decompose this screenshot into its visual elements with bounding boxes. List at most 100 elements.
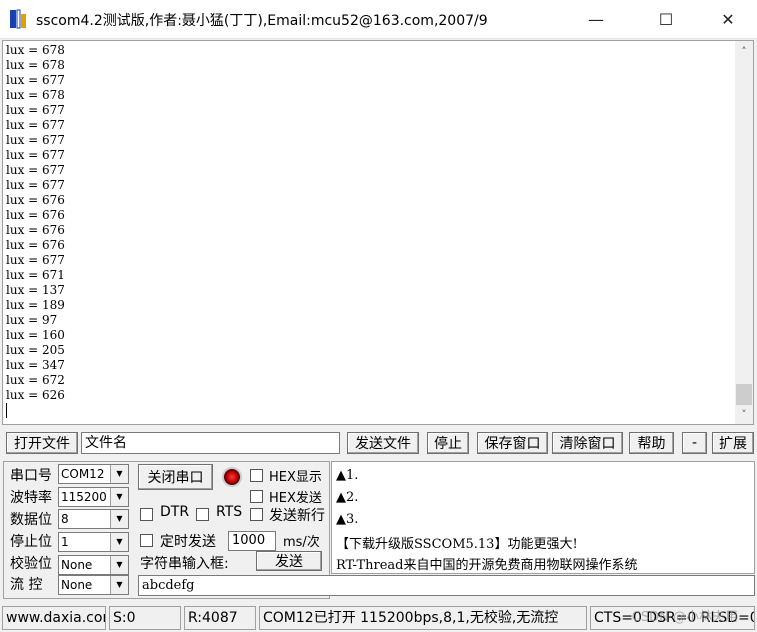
hex-display-label: HEX显示 [269, 470, 322, 485]
minus-button[interactable]: - [682, 432, 707, 454]
info-line-3: ▲3. [336, 512, 359, 527]
databits-select[interactable]: 8 ▼ [58, 509, 129, 529]
vertical-scrollbar[interactable]: ˄ ˅ [735, 41, 753, 424]
status-bar: www.daxia.com S:0 R:4087 COM12已打开 115200… [0, 604, 757, 632]
stopbits-label: 停止位 [10, 534, 52, 550]
maximize-button[interactable]: ☐ [643, 0, 689, 38]
send-input[interactable]: abcdefg [138, 575, 755, 596]
receive-line: lux = 677 [6, 178, 65, 192]
info-line-2: ▲2. [336, 490, 359, 505]
receive-line: lux = 677 [6, 103, 65, 117]
send-button[interactable]: 发送 [256, 551, 322, 571]
open-file-button[interactable]: 打开文件 [6, 432, 78, 454]
receive-line: lux = 677 [6, 148, 65, 162]
close-button[interactable]: ✕ [705, 0, 751, 38]
chevron-down-icon[interactable]: ▼ [110, 488, 128, 506]
receive-line: lux = 678 [6, 43, 65, 57]
databits-label: 数据位 [10, 512, 52, 528]
minimize-button[interactable]: — [573, 0, 619, 38]
flow-select[interactable]: None ▼ [58, 575, 129, 595]
receive-line: lux = 676 [6, 238, 65, 252]
flow-label: 流 控 [10, 577, 43, 593]
receive-line: lux = 671 [6, 268, 65, 282]
hex-send-label: HEX发送 [269, 491, 322, 506]
modem-lines-status: CTS=0 DSR=0 RLSD=0 CSDN @小林夫用 [590, 606, 755, 630]
receive-line: lux = 676 [6, 223, 65, 237]
dtr-label: DTR [160, 504, 190, 520]
stopbits-select[interactable]: 1 ▼ [58, 532, 129, 552]
sent-count: S:0 [109, 606, 181, 630]
chevron-down-icon[interactable]: ▼ [110, 576, 128, 594]
receive-line: lux = 676 [6, 193, 65, 207]
baud-select[interactable]: 115200 ▼ [58, 487, 129, 507]
scroll-down-icon[interactable]: ˅ [735, 406, 753, 424]
receive-line: lux = 677 [6, 163, 65, 177]
receive-line: lux = 677 [6, 118, 65, 132]
receive-lines: lux = 678 lux = 678 lux = 677 lux = 678 lux … [6, 43, 65, 403]
chevron-down-icon[interactable]: ▼ [110, 556, 128, 574]
filename-field[interactable]: 文件名 [81, 432, 340, 454]
receive-line: lux = 626 [6, 388, 65, 402]
file-toolbar: 打开文件 文件名 发送文件 停止 保存窗口 清除窗口 帮助 - 扩展 [0, 430, 757, 456]
rts-checkbox[interactable] [196, 508, 209, 521]
watermark: CSDN @小林夫用 [631, 610, 738, 625]
port-value: COM12 [61, 467, 105, 481]
scroll-thumb[interactable] [736, 384, 752, 405]
close-port-button[interactable]: 关闭串口 [138, 464, 213, 490]
baud-value: 115200 [61, 490, 107, 504]
expand-button[interactable]: 扩展 [712, 432, 754, 454]
parity-label: 校验位 [10, 556, 52, 572]
hex-send-checkbox[interactable] [250, 490, 263, 503]
receive-line: lux = 676 [6, 208, 65, 222]
string-input-label: 字符串输入框: [140, 556, 229, 572]
receive-line: lux = 678 [6, 88, 65, 102]
dtr-checkbox[interactable] [140, 508, 153, 521]
text-caret [6, 403, 7, 418]
receive-line: lux = 677 [6, 133, 65, 147]
chevron-down-icon[interactable]: ▼ [110, 510, 128, 528]
receive-line: lux = 137 [6, 283, 65, 297]
receive-line: lux = 677 [6, 253, 65, 267]
send-newline-checkbox[interactable] [250, 508, 263, 521]
receive-line: lux = 677 [6, 73, 65, 87]
stop-button[interactable]: 停止 [427, 432, 469, 454]
info-line-4[interactable]: 【下载升级版SSCOM5.13】功能更强大! [336, 533, 578, 552]
help-button[interactable]: 帮助 [629, 432, 674, 454]
interval-unit: ms/次 [283, 535, 320, 550]
scroll-up-icon[interactable]: ˄ [735, 43, 753, 61]
info-panel: ▲1. ▲2. ▲3. 【下载升级版SSCOM5.13】功能更强大! RT-Th… [331, 461, 755, 574]
chevron-down-icon[interactable]: ▼ [110, 465, 128, 483]
info-line-1: ▲1. [336, 468, 359, 483]
hex-display-checkbox[interactable] [250, 469, 263, 482]
baud-label: 波特率 [10, 490, 52, 506]
app-icon [10, 9, 26, 29]
settings-panel: 串口号 COM12 ▼ 波特率 115200 ▼ 数据位 8 ▼ 停止位 1 ▼… [0, 458, 757, 603]
port-status: COM12已打开 115200bps,8,1,无校验,无流控 [259, 606, 587, 630]
send-newline-label: 发送新行 [269, 508, 325, 524]
receive-line: lux = 97 [6, 313, 58, 327]
stopbits-value: 1 [61, 535, 69, 549]
receive-line: lux = 189 [6, 298, 65, 312]
title-bar: sscom4.2测试版,作者:聂小猛(丁丁),Email:mcu52@163.c… [0, 0, 757, 39]
port-label: 串口号 [10, 468, 52, 484]
save-window-button[interactable]: 保存窗口 [477, 432, 548, 454]
website-link[interactable]: www.daxia.com [2, 606, 106, 630]
port-select[interactable]: COM12 ▼ [58, 464, 129, 484]
databits-value: 8 [61, 512, 69, 526]
timed-send-checkbox[interactable] [140, 534, 153, 547]
receive-line: lux = 160 [6, 328, 65, 342]
rts-label: RTS [216, 504, 243, 520]
port-status-led-icon [224, 469, 240, 485]
receive-textarea[interactable]: lux = 678 lux = 678 lux = 677 lux = 678 lux … [2, 40, 754, 425]
flow-value: None [61, 578, 93, 592]
chevron-down-icon[interactable]: ▼ [110, 533, 128, 551]
receive-line: lux = 347 [6, 358, 65, 372]
send-file-button[interactable]: 发送文件 [347, 432, 419, 454]
interval-input[interactable]: 1000 [228, 531, 276, 551]
clear-window-button[interactable]: 清除窗口 [552, 432, 623, 454]
receive-line: lux = 672 [6, 373, 65, 387]
received-count: R:4087 [184, 606, 256, 630]
info-line-5[interactable]: RT-Thread来自中国的开源免费商用物联网操作系统 [336, 554, 638, 573]
window-title: sscom4.2测试版,作者:聂小猛(丁丁),Email:mcu52@163.c… [36, 13, 488, 29]
parity-select[interactable]: None ▼ [58, 555, 129, 575]
